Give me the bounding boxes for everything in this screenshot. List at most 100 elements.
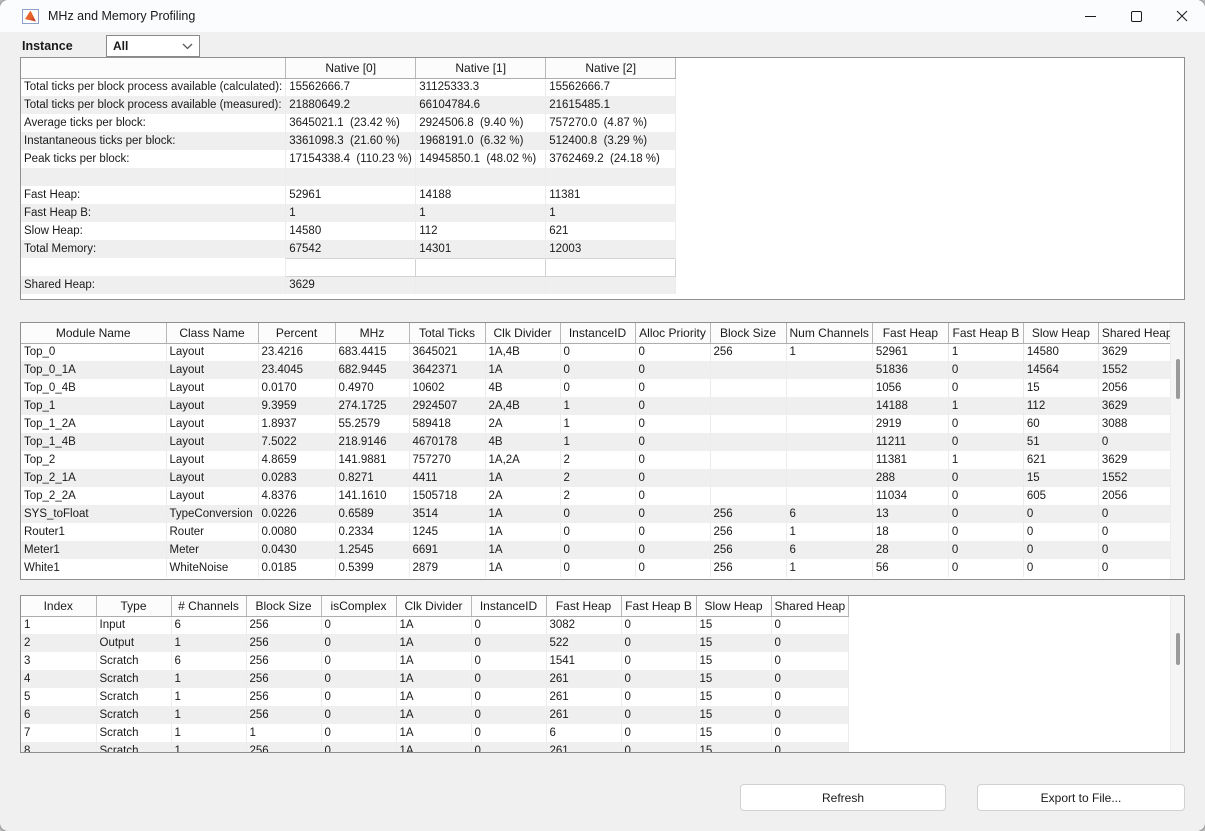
table-cell: 1: [560, 433, 635, 451]
close-button[interactable]: [1159, 0, 1205, 32]
column-header[interactable]: Index: [21, 596, 96, 616]
table-cell: 0: [771, 706, 849, 724]
table-row[interactable]: Fast Heap B:111: [21, 204, 676, 222]
table-cell: Top_1: [21, 397, 166, 415]
column-header[interactable]: [21, 58, 286, 78]
column-header[interactable]: Block Size: [246, 596, 321, 616]
buffer-table-scrollbar[interactable]: [1170, 596, 1184, 752]
column-header[interactable]: Clk Divider: [396, 596, 471, 616]
column-header[interactable]: Native [1]: [416, 58, 546, 78]
table-row[interactable]: Fast Heap:529611418811381: [21, 186, 676, 204]
table-cell: Total ticks per block process available …: [21, 78, 286, 96]
table-row[interactable]: Shared Heap:3629: [21, 276, 676, 294]
table-row[interactable]: 2Output125601A05220150: [21, 634, 849, 652]
table-row[interactable]: Top_2_1ALayout0.02830.827144111A20288015…: [21, 469, 1176, 487]
table-row[interactable]: [21, 168, 676, 186]
table-row[interactable]: Slow Heap:14580112621: [21, 222, 676, 240]
column-header[interactable]: Fast Heap: [872, 323, 948, 343]
table-cell: [710, 397, 786, 415]
module-table-scrollbar[interactable]: [1170, 323, 1184, 579]
table-cell: Peak ticks per block:: [21, 150, 286, 168]
table-row[interactable]: 1Input625601A030820150: [21, 616, 849, 634]
column-header[interactable]: Class Name: [166, 323, 258, 343]
table-row[interactable]: Top_0_4BLayout0.01700.4970106024B0010560…: [21, 379, 1176, 397]
table-cell: 2924506.8 (9.40 %): [416, 114, 546, 132]
column-header[interactable]: Native [2]: [546, 58, 676, 78]
table-row[interactable]: 5Scratch125601A02610150: [21, 688, 849, 706]
column-header[interactable]: # Channels: [171, 596, 246, 616]
column-header[interactable]: InstanceID: [560, 323, 635, 343]
table-cell: Layout: [166, 487, 258, 505]
column-header[interactable]: Slow Heap: [1023, 323, 1098, 343]
refresh-button[interactable]: Refresh: [740, 784, 946, 811]
table-row[interactable]: 6Scratch125601A02610150: [21, 706, 849, 724]
column-header[interactable]: Shared Heap: [1098, 323, 1176, 343]
column-header[interactable]: InstanceID: [471, 596, 546, 616]
table-cell: 14580: [286, 222, 416, 240]
column-header[interactable]: MHz: [335, 323, 409, 343]
table-row[interactable]: Top_2Layout4.8659141.98817572701A,2A2011…: [21, 451, 1176, 469]
column-header[interactable]: isComplex: [321, 596, 396, 616]
table-cell: Average ticks per block:: [21, 114, 286, 132]
minimize-button[interactable]: [1067, 0, 1113, 32]
table-cell: 15: [696, 688, 771, 706]
table-row[interactable]: [21, 258, 676, 276]
column-header[interactable]: Native [0]: [286, 58, 416, 78]
table-row[interactable]: Total ticks per block process available …: [21, 96, 676, 114]
table-row[interactable]: Top_2_2ALayout4.8376141.161015057182A201…: [21, 487, 1176, 505]
table-row[interactable]: Top_1_2ALayout1.893755.25795894182A10291…: [21, 415, 1176, 433]
table-cell: 1A: [396, 634, 471, 652]
table-cell: [416, 258, 546, 276]
column-header[interactable]: Fast Heap B: [948, 323, 1023, 343]
table-row[interactable]: SYS_toFloatTypeConversion0.02260.6589351…: [21, 505, 1176, 523]
table-cell: 17154338.4 (110.23 %): [286, 150, 416, 168]
export-to-file-button[interactable]: Export to File...: [977, 784, 1185, 811]
table-row[interactable]: 4Scratch125601A02610150: [21, 670, 849, 688]
table-cell: 218.9146: [335, 433, 409, 451]
table-cell: 0: [1098, 541, 1176, 559]
table-cell: 522: [546, 634, 621, 652]
table-row[interactable]: Top_1_4BLayout7.5022218.914646701784B101…: [21, 433, 1176, 451]
table-row[interactable]: 3Scratch625601A015410150: [21, 652, 849, 670]
column-header[interactable]: Module Name: [21, 323, 166, 343]
table-row[interactable]: Average ticks per block:3645021.1 (23.42…: [21, 114, 676, 132]
table-row[interactable]: Total Memory:675421430112003: [21, 240, 676, 258]
column-header[interactable]: Fast Heap B: [621, 596, 696, 616]
table-row[interactable]: Instantaneous ticks per block:3361098.3 …: [21, 132, 676, 150]
table-row[interactable]: 8Scratch125601A02610150: [21, 742, 849, 753]
table-row[interactable]: Top_0Layout23.4216683.441536450211A,4B00…: [21, 343, 1176, 361]
column-header[interactable]: Fast Heap: [546, 596, 621, 616]
table-row[interactable]: Meter1Meter0.04301.254566911A00256628000: [21, 541, 1176, 559]
column-header[interactable]: Percent: [258, 323, 335, 343]
table-cell: 4: [21, 670, 96, 688]
table-cell: 15: [696, 724, 771, 742]
column-header[interactable]: Clk Divider: [485, 323, 560, 343]
buffer-scrollbar-thumb[interactable]: [1176, 633, 1180, 665]
maximize-button[interactable]: [1113, 0, 1159, 32]
table-cell: 12003: [546, 240, 676, 258]
table-cell: 0: [321, 670, 396, 688]
table-row[interactable]: Peak ticks per block:17154338.4 (110.23 …: [21, 150, 676, 168]
column-header[interactable]: Type: [96, 596, 171, 616]
column-header[interactable]: Block Size: [710, 323, 786, 343]
table-cell: 0: [1098, 433, 1176, 451]
table-cell: Scratch: [96, 724, 171, 742]
table-row[interactable]: Top_1Layout9.3959274.172529245072A,4B101…: [21, 397, 1176, 415]
table-row[interactable]: Total ticks per block process available …: [21, 78, 676, 96]
table-row[interactable]: Router1Router0.00800.233412451A002561180…: [21, 523, 1176, 541]
table-cell: 6: [21, 706, 96, 724]
column-header[interactable]: Slow Heap: [696, 596, 771, 616]
table-cell: 1A: [485, 541, 560, 559]
column-header[interactable]: Total Ticks: [409, 323, 485, 343]
table-row[interactable]: White1WhiteNoise0.01850.539928791A002561…: [21, 559, 1176, 577]
table-row[interactable]: Top_0_1ALayout23.4045682.944536423711A00…: [21, 361, 1176, 379]
column-header[interactable]: Shared Heap: [771, 596, 849, 616]
table-cell: 0: [560, 541, 635, 559]
table-cell: 3762469.2 (24.18 %): [546, 150, 676, 168]
table-cell: 14301: [416, 240, 546, 258]
module-scrollbar-thumb[interactable]: [1176, 359, 1180, 399]
table-row[interactable]: 7Scratch1101A060150: [21, 724, 849, 742]
column-header[interactable]: Num Channels: [786, 323, 872, 343]
instance-dropdown[interactable]: All: [106, 35, 200, 57]
column-header[interactable]: Alloc Priority: [635, 323, 710, 343]
